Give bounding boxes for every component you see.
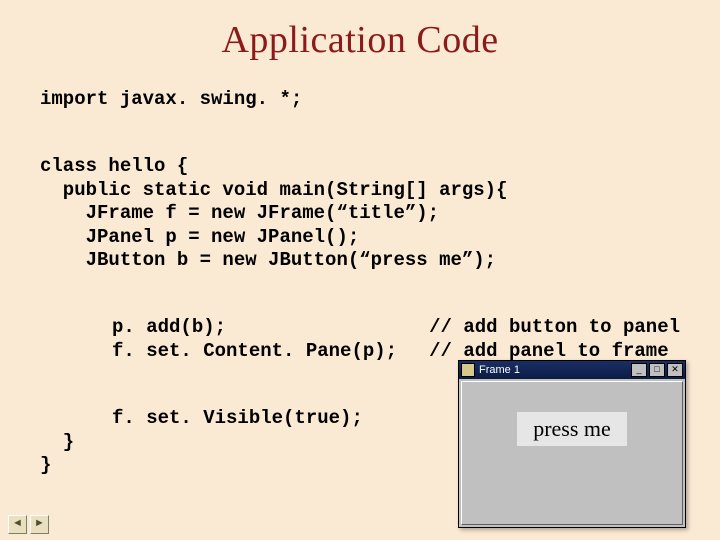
press-me-button[interactable]: press me <box>517 412 627 446</box>
app-window: Frame 1 _ □ ✕ press me <box>458 360 686 528</box>
code-line: } <box>40 454 51 476</box>
minimize-button[interactable]: _ <box>631 363 647 377</box>
prev-slide-button[interactable]: ◄ <box>8 515 27 534</box>
code-line: p. add(b); <box>112 316 226 338</box>
close-button[interactable]: ✕ <box>667 363 683 377</box>
code-line: class hello { <box>40 155 188 177</box>
code-line: JButton b = new JButton(“press me”); <box>40 249 496 271</box>
next-slide-button[interactable]: ► <box>30 515 49 534</box>
titlebar: Frame 1 _ □ ✕ <box>459 361 685 379</box>
java-cup-icon <box>461 363 475 377</box>
code-import: import javax. swing. *; <box>40 88 680 112</box>
window-content: press me <box>461 381 683 525</box>
code-add-block: p. add(b); f. set. Content. Pane(p); // … <box>40 293 680 364</box>
window-title: Frame 1 <box>479 364 631 376</box>
code-line: JPanel p = new JPanel(); <box>40 226 359 248</box>
maximize-button[interactable]: □ <box>649 363 665 377</box>
slide-title: Application Code <box>40 18 680 62</box>
code-line: JFrame f = new JFrame(“title”); <box>40 202 439 224</box>
code-line: public static void main(String[] args){ <box>40 179 507 201</box>
code-line: } <box>40 431 74 453</box>
code-comment: // add panel to frame <box>429 340 668 362</box>
code-class-body: class hello { public static void main(St… <box>40 132 680 273</box>
code-comment: // add button to panel <box>429 316 680 338</box>
code-line: f. set. Visible(true); <box>40 407 363 429</box>
code-line: f. set. Content. Pane(p); <box>112 340 397 362</box>
slide-nav: ◄ ► <box>8 515 49 534</box>
